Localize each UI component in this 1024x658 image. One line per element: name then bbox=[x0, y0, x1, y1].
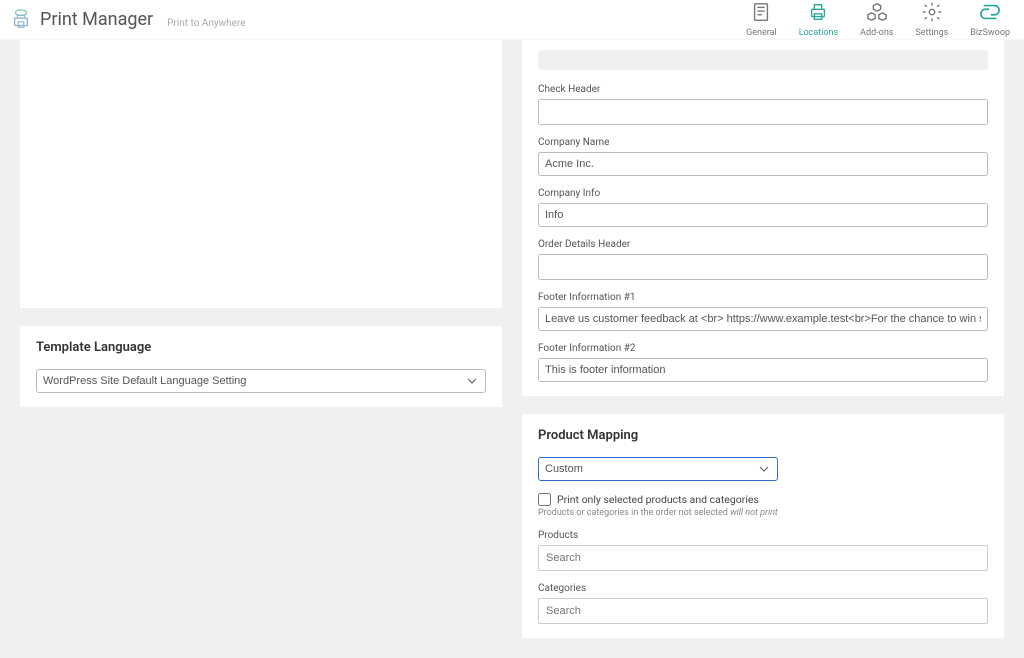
nav-settings[interactable]: Settings bbox=[915, 1, 948, 38]
footer2-label: Footer Information #2 bbox=[538, 343, 988, 354]
gear-icon bbox=[921, 1, 943, 26]
print-only-selected-checkbox[interactable] bbox=[538, 493, 551, 506]
nav-general[interactable]: General bbox=[746, 1, 777, 38]
template-language-select[interactable]: WordPress Site Default Language Setting bbox=[36, 369, 486, 393]
nav-label: Locations bbox=[799, 28, 838, 38]
order-details-header-input[interactable] bbox=[538, 254, 988, 280]
nav-bizswoop[interactable]: BizSwoop bbox=[970, 1, 1010, 38]
categories-search-input[interactable] bbox=[538, 598, 988, 624]
template-language-card: Template Language WordPress Site Default… bbox=[20, 326, 502, 407]
boxes-icon bbox=[866, 1, 888, 26]
top-header: Print Manager Print to Anywhere General … bbox=[0, 0, 1024, 40]
left-top-card bbox=[20, 40, 502, 308]
left-column: Template Language WordPress Site Default… bbox=[20, 40, 502, 638]
nav-label: Settings bbox=[915, 28, 948, 38]
brand-subtitle: Print to Anywhere bbox=[167, 18, 245, 29]
check-header-input[interactable] bbox=[538, 99, 988, 125]
categories-label: Categories bbox=[538, 583, 988, 594]
nav-label: Add-ons bbox=[860, 28, 893, 38]
footer1-label: Footer Information #1 bbox=[538, 292, 988, 303]
preview-placeholder bbox=[538, 50, 988, 70]
nav-label: General bbox=[746, 28, 777, 38]
product-mapping-hint: Products or categories in the order not … bbox=[538, 508, 988, 518]
order-details-header-label: Order Details Header bbox=[538, 239, 988, 250]
printer-icon bbox=[807, 1, 829, 26]
brand-title: Print Manager bbox=[40, 9, 153, 30]
document-icon bbox=[750, 1, 772, 26]
template-fields-card: Check Header Company Name Company Info O… bbox=[522, 40, 1004, 396]
brand: Print Manager Print to Anywhere bbox=[10, 9, 246, 31]
print-only-selected-label: Print only selected products and categor… bbox=[557, 493, 759, 506]
footer2-input[interactable] bbox=[538, 358, 988, 382]
product-mapping-select[interactable]: Custom bbox=[538, 457, 778, 481]
company-info-label: Company Info bbox=[538, 188, 988, 199]
nav-addons[interactable]: Add-ons bbox=[860, 1, 893, 38]
company-info-input[interactable] bbox=[538, 203, 988, 227]
products-search-input[interactable] bbox=[538, 545, 988, 571]
nav-label: BizSwoop bbox=[970, 28, 1010, 38]
right-column: Check Header Company Name Company Info O… bbox=[522, 40, 1004, 638]
bizswoop-icon bbox=[979, 1, 1001, 26]
company-name-input[interactable] bbox=[538, 152, 988, 176]
product-mapping-title: Product Mapping bbox=[538, 428, 988, 443]
check-header-label: Check Header bbox=[538, 84, 988, 95]
footer1-input[interactable] bbox=[538, 307, 988, 331]
nav-locations[interactable]: Locations bbox=[799, 1, 838, 38]
products-label: Products bbox=[538, 530, 988, 541]
print-manager-logo-icon bbox=[10, 9, 32, 31]
product-mapping-card: Product Mapping Custom Print only select… bbox=[522, 414, 1004, 638]
template-language-title: Template Language bbox=[36, 340, 486, 355]
main-content: Template Language WordPress Site Default… bbox=[0, 40, 1024, 658]
top-nav: General Locations Add-ons Settings BizSw… bbox=[746, 1, 1010, 38]
company-name-label: Company Name bbox=[538, 137, 988, 148]
